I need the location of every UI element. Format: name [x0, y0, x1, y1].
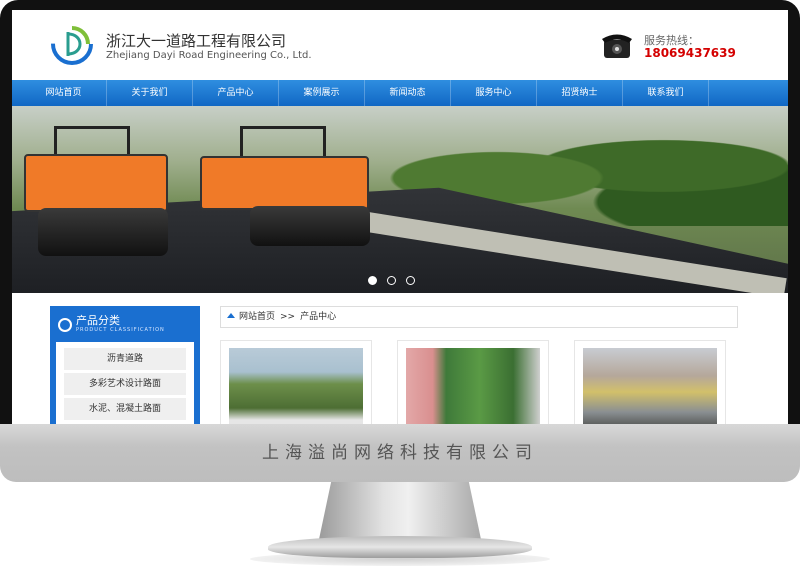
breadcrumb-current: 产品中心 [300, 312, 337, 322]
road-roller-right [200, 126, 375, 246]
website-screen: 浙江大一道路工程有限公司 Zhejiang Dayi Road Engineer… [12, 10, 788, 424]
sidebar-list: 沥青道路 多彩艺术设计路面 水泥、混凝土路面 [56, 342, 194, 424]
product-card-2[interactable] [397, 340, 549, 424]
product-category-sidebar: 产品分类 PRODUCT CLASSIFICATION 沥青道路 多彩艺术设计路… [50, 306, 200, 424]
slider-dot-3[interactable] [406, 276, 415, 285]
slider-dot-2[interactable] [387, 276, 396, 285]
product-card-3[interactable] [574, 340, 726, 424]
breadcrumb: 网站首页 >> 产品中心 [220, 306, 738, 328]
nav-item-about[interactable]: 关于我们 [107, 80, 193, 106]
slider-dots [368, 276, 415, 285]
nav-item-cases[interactable]: 案例展示 [279, 80, 365, 106]
monitor-base [268, 536, 532, 558]
nav-item-contact[interactable]: 联系我们 [623, 80, 709, 106]
sidebar-header: 产品分类 PRODUCT CLASSIFICATION [50, 306, 200, 344]
watermark-text: 上海溢尚网络科技有限公司 [262, 443, 538, 463]
product-image-2[interactable] [406, 348, 540, 424]
sidebar-item-concrete[interactable]: 水泥、混凝土路面 [64, 398, 186, 420]
circle-icon [58, 318, 72, 332]
sidebar-title: 产品分类 [76, 314, 120, 327]
sidebar-item-asphalt[interactable]: 沥青道路 [64, 348, 186, 370]
site-header: 浙江大一道路工程有限公司 Zhejiang Dayi Road Engineer… [12, 10, 788, 80]
sidebar-item-art-pavement[interactable]: 多彩艺术设计路面 [64, 373, 186, 395]
hero-banner[interactable] [12, 106, 788, 293]
monitor-chin: 上海溢尚网络科技有限公司 [0, 424, 800, 482]
telephone-icon [602, 34, 632, 58]
slider-dot-1[interactable] [368, 276, 377, 285]
sidebar-subtitle: PRODUCT CLASSIFICATION [76, 327, 165, 333]
nav-item-news[interactable]: 新闻动态 [365, 80, 451, 106]
home-icon [227, 313, 235, 318]
company-name-en: Zhejiang Dayi Road Engineering Co., Ltd. [106, 50, 312, 61]
monitor-stand [318, 482, 482, 544]
product-card-1[interactable] [220, 340, 372, 424]
product-image-3[interactable] [583, 348, 717, 424]
product-image-1[interactable] [229, 348, 363, 424]
breadcrumb-home-link[interactable]: 网站首页 [239, 312, 275, 322]
main-nav: 网站首页 关于我们 产品中心 案例展示 新闻动态 服务中心 招贤纳士 联系我们 [12, 80, 788, 106]
hotline-number[interactable]: 18069437639 [644, 46, 736, 60]
road-roller-left [24, 126, 174, 256]
nav-item-products[interactable]: 产品中心 [193, 80, 279, 106]
breadcrumb-separator: >> [280, 312, 296, 322]
nav-item-jobs[interactable]: 招贤纳士 [537, 80, 623, 106]
company-logo[interactable] [50, 22, 94, 66]
nav-item-home[interactable]: 网站首页 [21, 80, 107, 106]
company-name-cn: 浙江大一道路工程有限公司 [106, 32, 287, 50]
nav-item-service[interactable]: 服务中心 [451, 80, 537, 106]
